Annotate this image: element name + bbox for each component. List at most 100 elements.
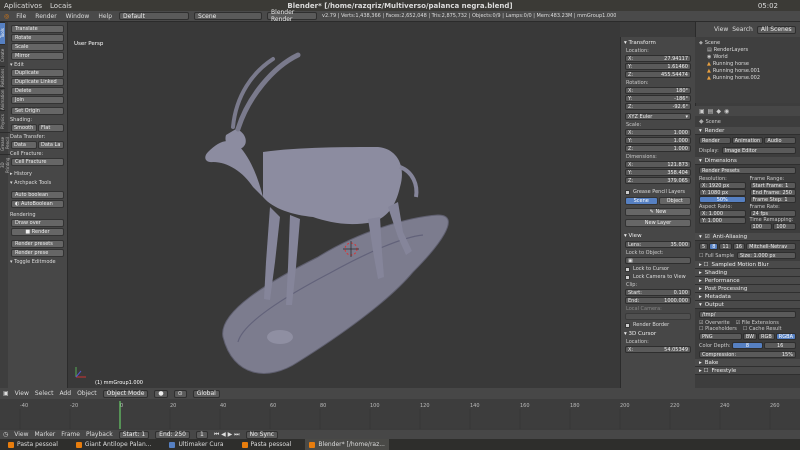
taskbar-item-antilope[interactable]: Giant Antilope Palan... (72, 439, 156, 450)
draw-over-dropdown[interactable]: Draw over (11, 219, 64, 227)
gp-object-button[interactable]: Object (658, 197, 691, 205)
view-panel-header[interactable]: ▾ View (624, 233, 695, 239)
layers-context-icon[interactable]: ▤ (708, 108, 714, 115)
full-sample-checkbox[interactable]: ☐ Full Sample (699, 253, 734, 259)
rotation-y-field[interactable]: Y: -186° (625, 95, 691, 102)
aa-samples-8[interactable]: 8 (709, 243, 719, 250)
motion-blur-header[interactable]: ▸ ☐ Sampled Motion Blur (695, 261, 800, 269)
3d-viewport[interactable] (68, 37, 620, 388)
display-dropdown[interactable]: Image Editor (721, 147, 796, 154)
world-context-icon[interactable]: ◉ (724, 108, 729, 115)
dimensions-z-field[interactable]: Z: 379.065 (625, 177, 691, 184)
rotation-z-field[interactable]: Z: -92.6° (625, 103, 691, 110)
cache-result-checkbox[interactable]: ☐ Cache Result (743, 326, 782, 332)
dimensions-y-field[interactable]: Y: 358.404 (625, 169, 691, 176)
archpack-panel-header[interactable]: ▾ Archpack Tools (10, 180, 64, 186)
performance-header[interactable]: ▸ Performance (695, 277, 800, 285)
sync-dropdown[interactable]: No Sync (245, 430, 279, 439)
remap-new-field[interactable]: 100 (773, 223, 796, 230)
aa-size-field[interactable]: Size: 1.000 px (736, 252, 796, 259)
new-layer-button[interactable]: New Layer (625, 219, 691, 227)
aspect-y-field[interactable]: Y: 1.000 (699, 217, 746, 224)
3d-cursor-panel-header[interactable]: ▾ 3D Cursor (624, 331, 695, 337)
outliner-item-horse[interactable]: ▲ Running horse (699, 60, 796, 67)
applications-menu[interactable]: Aplicativos (4, 2, 42, 10)
cursor-x-field[interactable]: X: 54.05349 (625, 346, 691, 353)
timeline-view-menu[interactable]: View (14, 431, 28, 438)
render-image-button[interactable]: Render (699, 137, 731, 144)
data-transfer-button[interactable]: Data (11, 141, 37, 149)
taskbar-item-pasta-pessoal-2[interactable]: Pasta pessoal (238, 439, 296, 450)
menu-help[interactable]: Help (96, 13, 114, 20)
rotation-x-field[interactable]: X: 180° (625, 87, 691, 94)
depth-16-button[interactable]: 16 (764, 342, 796, 349)
flat-shading-button[interactable]: Flat (38, 124, 64, 132)
location-x-field[interactable]: X: 27.94117 (625, 55, 691, 62)
mode-selector[interactable]: Object Mode (102, 389, 149, 398)
menu-file[interactable]: File (14, 13, 28, 20)
outliner-item-scene[interactable]: ◆ Scene (699, 39, 796, 46)
outliner-item-horse-002[interactable]: ▲ Running horse.002 (699, 74, 796, 81)
color-rgb-button[interactable]: RGB (758, 333, 775, 340)
set-origin-button[interactable]: Set Origin (11, 107, 64, 115)
placeholders-checkbox[interactable]: ☐ Placeholders (699, 326, 737, 332)
color-rgba-button[interactable]: RGBA (775, 333, 796, 340)
gp-new-button[interactable]: ✎ New (625, 208, 691, 216)
menu-render[interactable]: Render (33, 13, 58, 20)
output-header[interactable]: ▾ Output (695, 301, 800, 309)
frame-step-field[interactable]: Frame Step: 1 (749, 196, 796, 203)
tab-animation[interactable]: Animation (0, 88, 5, 110)
tab-grease-pencil[interactable]: Grease Pencil (0, 132, 10, 154)
frame-start-field[interactable]: Start Frame: 1 (749, 182, 796, 189)
current-frame-field[interactable]: 1 (195, 430, 208, 439)
dimensions-x-field[interactable]: X: 121.873 (625, 161, 691, 168)
render-preset-button[interactable]: Render prese (11, 249, 64, 257)
resolution-x-field[interactable]: X: 1920 px (699, 182, 746, 189)
scale-button[interactable]: Scale (11, 43, 64, 51)
lens-field[interactable]: Lens: 35.000 (625, 241, 691, 248)
add-menu[interactable]: Add (59, 390, 71, 397)
scale-y-field[interactable]: Y: 1.000 (625, 137, 691, 144)
tab-relations[interactable]: Relations (0, 66, 5, 88)
outliner-display-mode[interactable]: All Scenes (756, 25, 796, 34)
clip-end-field[interactable]: End: 1000.000 (625, 297, 691, 304)
location-z-field[interactable]: Z: 455.54474 (625, 71, 691, 78)
shading-header[interactable]: ▸ Shading (695, 269, 800, 277)
scene-selector[interactable]: Scene (194, 12, 263, 20)
post-processing-header[interactable]: ▸ Post Processing (695, 285, 800, 293)
aa-samples-11[interactable]: 11 (719, 243, 732, 250)
transform-panel-header[interactable]: ▾ Transform (624, 40, 695, 46)
scale-x-field[interactable]: X: 1.000 (625, 129, 691, 136)
rotate-button[interactable]: Rotate (11, 34, 64, 42)
outliner-item-world[interactable]: ◉ World (699, 53, 796, 60)
editor-type-icon[interactable]: ▣ (3, 390, 9, 397)
scene-context-icon[interactable]: ◆ (716, 108, 721, 115)
auto-boolean-button[interactable]: Auto boolean (11, 191, 64, 199)
start-frame-field[interactable]: Start: 1 (118, 430, 150, 439)
render-audio-button[interactable]: Audio (764, 137, 797, 144)
outliner-view-menu[interactable]: View (714, 26, 728, 33)
tab-tools[interactable]: Tools (0, 22, 5, 44)
aa-samples-5[interactable]: 5 (699, 243, 709, 250)
render-border-checkbox[interactable]: Render Border (625, 322, 691, 328)
timeline-playback-menu[interactable]: Playback (86, 431, 113, 438)
end-frame-field[interactable]: End: 250 (155, 430, 190, 439)
duplicate-linked-button[interactable]: Duplicate Linked (11, 78, 64, 86)
taskbar-item-cura[interactable]: Ultimaker Cura (165, 439, 227, 450)
render-engine-selector[interactable]: Blender Render (267, 9, 318, 23)
outliner-search-menu[interactable]: Search (732, 26, 753, 33)
scale-z-field[interactable]: Z: 1.000 (625, 145, 691, 152)
join-button[interactable]: Join (11, 96, 64, 104)
aa-samples-16[interactable]: 16 (732, 243, 746, 250)
freestyle-header[interactable]: ▸ ☐ Freestyle (695, 367, 800, 375)
aspect-x-field[interactable]: X: 1.000 (699, 210, 746, 217)
outliner-item-renderlayers[interactable]: ▤ RenderLayers (699, 46, 796, 53)
select-menu[interactable]: Select (35, 390, 54, 397)
render-section-header[interactable]: ▾ Render (695, 127, 800, 135)
outliner-item-horse-001[interactable]: ▲ Running horse.001 (699, 67, 796, 74)
view-menu[interactable]: View (15, 390, 29, 397)
places-menu[interactable]: Locais (50, 2, 72, 10)
duplicate-button[interactable]: Duplicate (11, 69, 64, 77)
frame-end-field[interactable]: End Frame: 250 (749, 189, 796, 196)
render-context-icon[interactable]: ▣ (699, 108, 705, 115)
